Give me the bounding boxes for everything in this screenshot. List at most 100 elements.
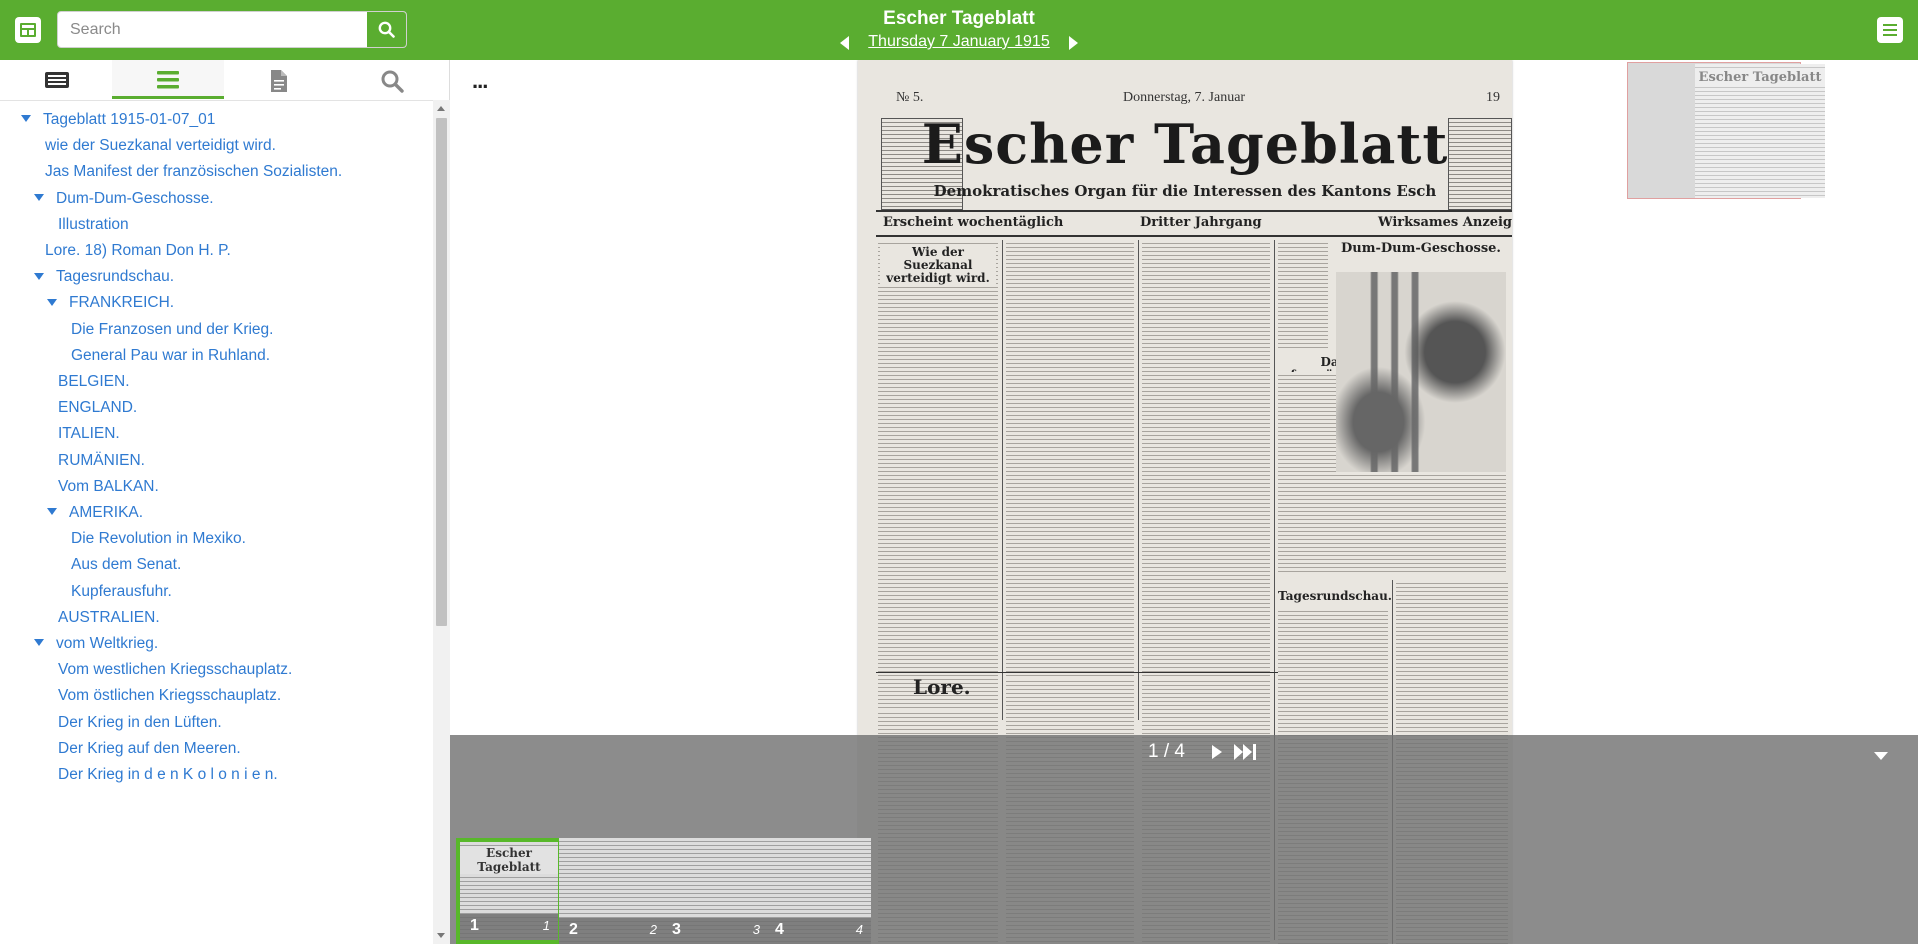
search-button[interactable] [366, 12, 406, 47]
collapse-thumbnails-icon[interactable] [1874, 752, 1888, 760]
tree-item[interactable]: Vom BALKAN. [58, 475, 159, 499]
tree-item-label[interactable]: FRANKREICH. [69, 294, 174, 311]
dumdum-illustration[interactable] [1336, 272, 1506, 472]
issue-title-block: Escher Tageblatt Thursday 7 January 1915 [809, 8, 1109, 53]
page-viewer[interactable]: ... № 5. Donnerstag, 7. Januar 19 Escher… [450, 60, 1918, 944]
page-minimap[interactable]: Escher Tageblatt [1627, 62, 1825, 199]
tab-search[interactable] [336, 60, 448, 99]
tree-item[interactable]: Vom östlichen Kriegsschauplatz. [58, 684, 281, 708]
tree-item[interactable]: Illustration [58, 213, 129, 237]
search-icon [378, 21, 395, 38]
issue-date-link[interactable]: Thursday 7 January 1915 [868, 33, 1049, 50]
previous-issue-icon[interactable] [840, 36, 849, 50]
last-page-icon[interactable] [1234, 744, 1258, 760]
document-icon [271, 70, 287, 92]
expand-caret-icon[interactable] [34, 272, 44, 280]
tab-structure[interactable] [112, 60, 224, 99]
tree-item[interactable]: Der Krieg in d e n K o l o n i e n. [58, 763, 278, 787]
thumbnail-page-label: 1 [470, 917, 479, 934]
tree-item-label[interactable]: Die Revolution in Mexiko. [71, 530, 246, 547]
scroll-down-icon[interactable] [437, 933, 445, 938]
tree-item[interactable]: Vom westlichen Kriegsschauplatz. [58, 658, 292, 682]
thumbnail-panel: 1 / 4 Escher Tageblatt 1 1 2 2 3 3 4 4 [450, 735, 1918, 944]
tree-item-label[interactable]: Illustration [58, 216, 129, 233]
tree-item[interactable]: General Pau war in Ruhland. [71, 344, 270, 368]
tree-item-label[interactable]: Der Krieg in den Lüften. [58, 714, 222, 731]
sidebar-toggle-button[interactable] [15, 17, 41, 43]
tree-item[interactable]: ENGLAND. [58, 396, 137, 420]
page-thumbnail[interactable]: 33 [662, 838, 768, 944]
tree-item[interactable]: BELGIEN. [58, 370, 130, 394]
tree-item[interactable]: Jas Manifest der französischen Sozialist… [45, 160, 342, 184]
expand-caret-icon[interactable] [47, 508, 57, 516]
newspaper-title: Escher Tageblatt [883, 8, 1035, 29]
article-column[interactable] [1278, 240, 1328, 350]
tree-item[interactable]: Die Revolution in Mexiko. [71, 527, 246, 551]
expand-caret-icon[interactable] [47, 298, 57, 306]
tree-item-label[interactable]: Der Krieg auf den Meeren. [58, 740, 241, 757]
article-column[interactable] [1006, 240, 1134, 720]
tree-item[interactable]: Tagesrundschau. [34, 265, 174, 289]
menu-lines-icon [1883, 24, 1897, 26]
next-issue-icon[interactable] [1069, 36, 1078, 50]
scrollbar-thumb[interactable] [436, 118, 447, 626]
tree-item[interactable]: vom Weltkrieg. [34, 632, 158, 656]
expand-caret-icon[interactable] [34, 639, 44, 647]
tree-item[interactable]: Der Krieg in den Lüften. [58, 711, 222, 735]
tree-item-label[interactable]: wie der Suezkanal verteidigt wird. [45, 137, 276, 154]
search-input[interactable] [58, 12, 368, 47]
page-thumbnail[interactable]: 22 [559, 838, 665, 944]
tree-item-label[interactable]: Tagesrundschau. [56, 268, 174, 285]
tree-item-label[interactable]: Jas Manifest der französischen Sozialist… [45, 163, 342, 180]
tree-item-label[interactable]: Die Franzosen und der Krieg. [71, 321, 273, 338]
tree-item[interactable]: Tageblatt 1915-01-07_01 [21, 108, 215, 132]
tree-item-label[interactable]: Tageblatt 1915-01-07_01 [43, 111, 215, 128]
tree-item-label[interactable]: vom Weltkrieg. [56, 635, 158, 652]
menu-line [1883, 34, 1897, 36]
tree-item-label[interactable]: BELGIEN. [58, 373, 130, 390]
tree-item[interactable]: Die Franzosen und der Krieg. [71, 318, 273, 342]
tree-item[interactable]: Lore. 18) Roman Don H. P. [45, 239, 231, 263]
tree-item-label[interactable]: Dum-Dum-Geschosse. [56, 190, 214, 207]
tree-item[interactable]: wie der Suezkanal verteidigt wird. [45, 134, 276, 158]
tree-item-label[interactable]: RUMÄNIEN. [58, 452, 145, 469]
tree-item-label[interactable]: ITALIEN. [58, 425, 120, 442]
tree-item-label[interactable]: Vom westlichen Kriegsschauplatz. [58, 661, 292, 678]
tree-item-label[interactable]: AUSTRALIEN. [58, 609, 160, 626]
thumbnail-caption: 11 [460, 914, 558, 940]
scroll-up-icon[interactable] [437, 106, 445, 111]
expand-caret-icon[interactable] [34, 194, 44, 201]
tree-item[interactable]: Der Krieg auf den Meeren. [58, 737, 241, 761]
tree-item-label[interactable]: Vom BALKAN. [58, 478, 159, 495]
tree-item[interactable]: Aus dem Senat. [71, 553, 181, 577]
tab-article-text[interactable] [224, 60, 336, 99]
page-thumbnail[interactable]: 44 [765, 838, 871, 944]
settings-menu-button[interactable] [1877, 17, 1903, 43]
tree-item[interactable]: RUMÄNIEN. [58, 449, 145, 473]
tree-item-label[interactable]: Vom östlichen Kriegsschauplatz. [58, 687, 281, 704]
tree-item-label[interactable]: Der Krieg in d e n K o l o n i e n. [58, 766, 278, 783]
tree-item-label[interactable]: ENGLAND. [58, 399, 137, 416]
tree-item[interactable]: Dum-Dum-Geschosse. [34, 187, 214, 211]
tree-item[interactable]: AMERIKA. [47, 501, 143, 525]
tree-item-label[interactable]: General Pau war in Ruhland. [71, 347, 270, 364]
tree-item-label[interactable]: Lore. 18) Roman Don H. P. [45, 242, 231, 259]
tree-item[interactable]: FRANKREICH. [47, 291, 174, 315]
tree-item[interactable]: Kupferausfuhr. [71, 580, 172, 604]
tree-item[interactable]: AUSTRALIEN. [58, 606, 160, 630]
tree-item-label[interactable]: AMERIKA. [69, 504, 143, 521]
expand-caret-icon[interactable] [21, 115, 31, 123]
sidebar-scrollbar[interactable] [433, 100, 450, 944]
tab-table-of-contents[interactable] [0, 60, 112, 99]
thumbnail-page-index: 3 [752, 922, 760, 937]
more-options-button[interactable]: ... [472, 68, 488, 94]
tree-item-label[interactable]: Kupferausfuhr. [71, 583, 172, 600]
page-thumbnail[interactable]: Escher Tageblatt 1 1 [456, 838, 562, 944]
publication-frequency: Erscheint wochentäglich [883, 215, 1064, 230]
article-column[interactable] [878, 240, 998, 720]
tree-item-label[interactable]: Aus dem Senat. [71, 556, 181, 573]
article-column[interactable] [1142, 240, 1270, 720]
next-page-icon[interactable] [1212, 745, 1222, 759]
article-heading-tagesrundschau: Tagesrundschau. [1278, 589, 1392, 603]
tree-item[interactable]: ITALIEN. [58, 422, 120, 446]
